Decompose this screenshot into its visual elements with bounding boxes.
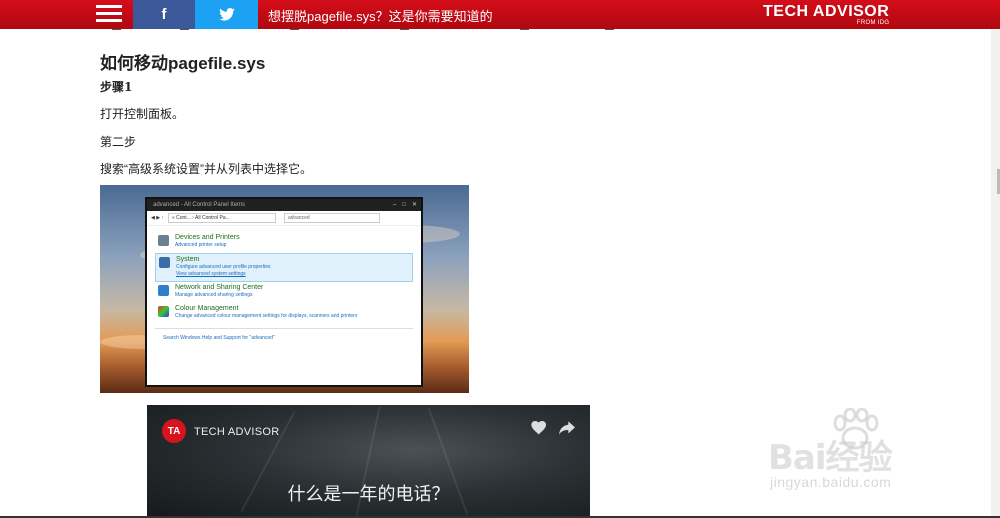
address-row: ◀ ▶ ↑ « Cont... › All Control Pa... adva… (147, 211, 421, 226)
twitter-icon (195, 0, 258, 29)
facebook-icon: f (161, 6, 167, 23)
heart-icon[interactable] (531, 421, 547, 440)
window-controls: – □ ✕ (393, 202, 417, 208)
search-field: advanced (283, 213, 380, 223)
clipped-text-remnant (100, 29, 620, 32)
colour-icon (158, 306, 169, 317)
address-bar: « Cont... › All Control Pa... (167, 213, 276, 223)
step1-text: 打开控制面板。 (100, 107, 185, 121)
logo-subtext: FROM IDG (856, 20, 890, 26)
list-item: Devices and Printers Advanced printer se… (155, 232, 413, 253)
step2-text: 搜索“高级系统设置”并从列表中选择它。 (100, 162, 312, 176)
facebook-share-button[interactable]: f (133, 0, 195, 29)
article-title-bar: 想摆脱pagefile.sys？这是你需要知道的 (268, 9, 493, 24)
list-item: Colour Management Change advanced colour… (155, 303, 413, 324)
list-item: Network and Sharing Center Manage advanc… (155, 282, 413, 303)
video-caption: 什么是一年的电话？ (287, 484, 450, 504)
twitter-share-button[interactable] (195, 0, 258, 29)
computer-icon (159, 257, 170, 268)
step2-label: 第二步 (100, 135, 137, 149)
page-scrollbar[interactable] (991, 29, 1000, 518)
results-list: Devices and Printers Advanced printer se… (147, 226, 421, 324)
tech-advisor-badge-icon: TA (162, 419, 186, 443)
section-heading: 如何移动pagefile.sys (100, 54, 266, 73)
baidu-watermark: Bai经验 jingyan.baidu.com (768, 408, 948, 498)
list-item: System Configure advanced user profile p… (155, 253, 413, 282)
printer-icon (158, 235, 169, 246)
nav-arrows-icon: ◀ ▶ ↑ (151, 215, 164, 221)
top-bar: f 想摆脱pagefile.sys？这是你需要知道的 TECH ADVISOR … (0, 0, 1000, 29)
watermark-text: Bai经验 (768, 438, 893, 478)
logo-text: TECH ADVISOR (763, 3, 890, 20)
control-panel-window: advanced - All Control Panel Items – □ ✕ ◀… (145, 197, 423, 387)
watermark-url: jingyan.baidu.com (770, 474, 892, 490)
video-player[interactable]: TA TECH ADVISOR 什么是一年的电话？ (147, 405, 590, 518)
hamburger-menu-icon[interactable] (96, 5, 122, 25)
article-image: advanced - All Control Panel Items – □ ✕ ◀… (100, 185, 469, 393)
step1-label: 步骤1 (100, 80, 133, 94)
tech-advisor-logo[interactable]: TECH ADVISOR FROM IDG (763, 3, 890, 26)
network-icon (158, 285, 169, 296)
share-icon[interactable] (559, 421, 575, 440)
help-link: Search Windows Help and Support for "adv… (155, 328, 413, 347)
window-title-bar: advanced - All Control Panel Items – □ ✕ (147, 199, 421, 211)
video-brand: TECH ADVISOR (194, 426, 280, 438)
